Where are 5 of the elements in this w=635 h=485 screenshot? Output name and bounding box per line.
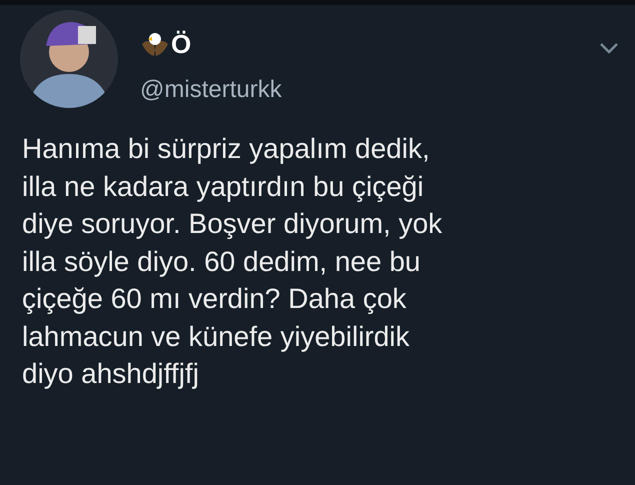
user-handle: @misterturkk	[140, 75, 282, 105]
display-name: Ö	[171, 31, 192, 57]
chevron-down-icon[interactable]	[599, 42, 619, 54]
tweet-text: Hanıma bi sürpriz yapalım dedik, illa ne kadara yaptırdın bu çiçeği diye soruyor. Boşver diyorum, yok illa söyle diyo. 60 dedim, nee bu çiçeğe 60 mı verdin? Daha çok lahmacun ve künefe yiyebilirdik diyo ahshdjffjfj	[21, 132, 444, 391]
eagle-icon	[140, 30, 170, 58]
